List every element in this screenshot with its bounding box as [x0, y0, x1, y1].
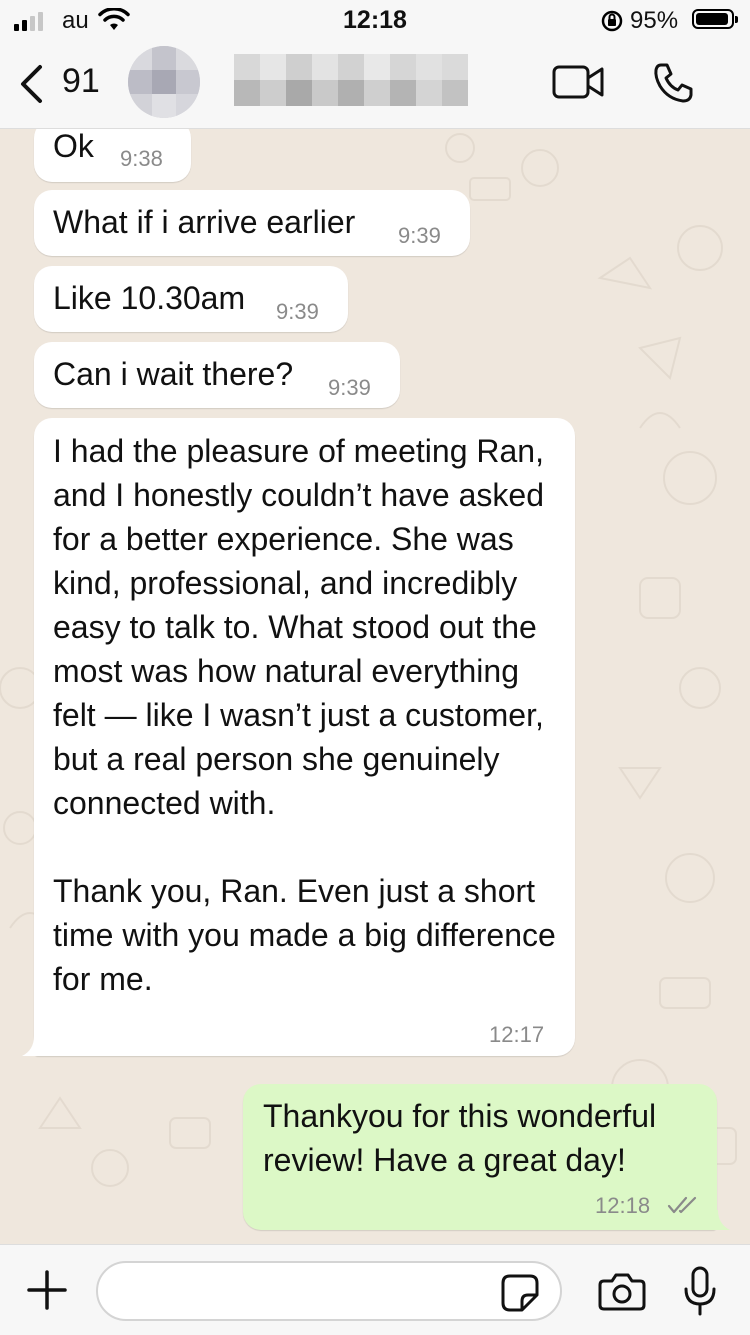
- phone-call-icon[interactable]: [652, 62, 694, 104]
- battery-icon: [692, 9, 738, 29]
- message-text: I had the pleasure of meeting Ran, and I…: [53, 433, 556, 997]
- message-input-bar: [0, 1244, 750, 1335]
- contact-name-prefix[interactable]: 91: [62, 62, 100, 101]
- message-text: Thankyou for this wonderful review! Have…: [263, 1098, 665, 1178]
- message-input[interactable]: [116, 1263, 500, 1321]
- orientation-lock-icon: [601, 10, 623, 32]
- message-text: Can i wait there?: [53, 356, 294, 392]
- sticker-icon[interactable]: [500, 1273, 540, 1313]
- message-bubble-incoming[interactable]: I had the pleasure of meeting Ran, and I…: [34, 418, 575, 1056]
- message-bubble-incoming[interactable]: Can i wait there? 9:39: [34, 342, 400, 408]
- message-timestamp: 12:17: [489, 1022, 545, 1047]
- camera-icon[interactable]: [598, 1271, 646, 1311]
- avatar[interactable]: [128, 46, 200, 118]
- chat-header: 91: [0, 40, 750, 129]
- message-text: Like 10.30am: [53, 280, 246, 316]
- message-timestamp: 12:18: [595, 1193, 651, 1218]
- bubble-tail: [22, 1036, 42, 1056]
- message-input-container: [96, 1261, 562, 1321]
- message-timestamp: 9:39: [398, 223, 441, 248]
- message-bubble-outgoing[interactable]: Thankyou for this wonderful review! Have…: [243, 1084, 717, 1230]
- back-chevron-icon[interactable]: [18, 64, 46, 104]
- message-bubble-incoming[interactable]: Ok 9:38: [34, 120, 191, 182]
- message-timestamp: 9:38: [120, 146, 163, 171]
- bubble-tail: [710, 1210, 730, 1230]
- plus-icon[interactable]: [26, 1269, 68, 1311]
- message-bubble-incoming[interactable]: What if i arrive earlier 9:39: [34, 190, 470, 256]
- status-bar: au 12:18 95%: [0, 0, 750, 40]
- contact-name-redacted[interactable]: [234, 54, 468, 106]
- microphone-icon[interactable]: [682, 1265, 718, 1317]
- message-timestamp: 9:39: [276, 299, 319, 324]
- read-double-check-icon: [667, 1196, 697, 1214]
- message-text: What if i arrive earlier: [53, 204, 356, 240]
- message-timestamp: 9:39: [328, 375, 371, 400]
- battery-percent: 95%: [630, 7, 679, 34]
- video-call-icon[interactable]: [552, 64, 604, 100]
- message-text: Ok: [53, 128, 94, 164]
- message-bubble-incoming[interactable]: Like 10.30am 9:39: [34, 266, 348, 332]
